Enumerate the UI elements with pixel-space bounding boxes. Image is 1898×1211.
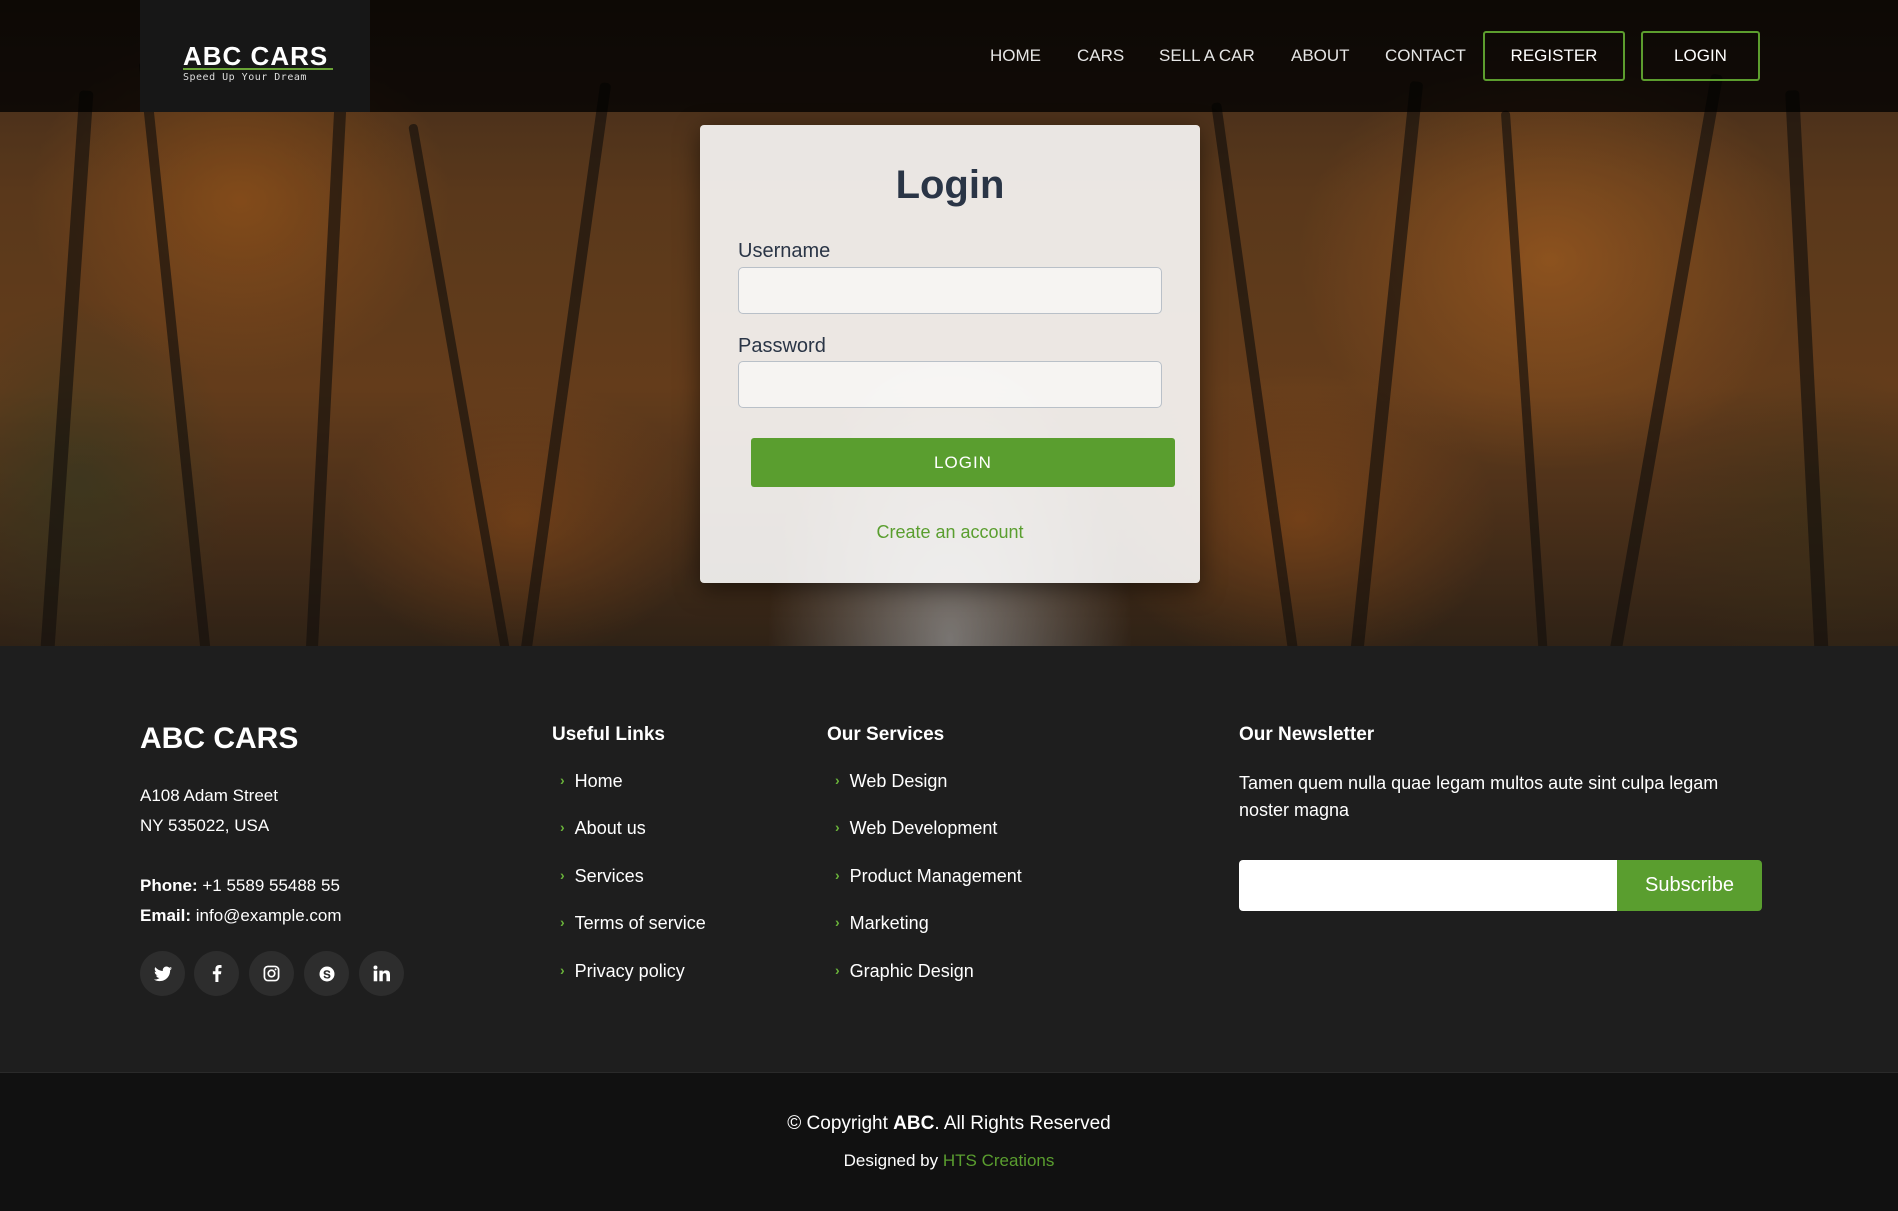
email-value: info@example.com	[195, 906, 342, 925]
nav-cars[interactable]: CARS	[1077, 46, 1124, 66]
useful-link-privacy[interactable]: › Privacy policy	[560, 961, 685, 982]
useful-link-terms[interactable]: › Terms of service	[560, 913, 706, 934]
header-login-button[interactable]: LOGIN	[1641, 31, 1760, 81]
nav-sell-a-car[interactable]: SELL A CAR	[1159, 46, 1255, 66]
designed-by: Designed by HTS Creations	[0, 1151, 1898, 1171]
login-submit-button[interactable]: LOGIN	[751, 438, 1175, 487]
designer-link[interactable]: HTS Creations	[943, 1151, 1054, 1170]
username-label: Username	[738, 240, 831, 262]
twitter-icon[interactable]	[140, 951, 185, 996]
chevron-right-icon: ›	[835, 819, 840, 835]
site-header: ABC CARS Speed Up Your Dream HOME CARS S…	[0, 0, 1898, 112]
chevron-right-icon: ›	[560, 914, 565, 930]
chevron-right-icon: ›	[835, 914, 840, 930]
username-input[interactable]	[738, 267, 1162, 314]
subscribe-button[interactable]: Subscribe	[1617, 860, 1762, 911]
useful-link-about[interactable]: › About us	[560, 818, 646, 839]
nav-home[interactable]: HOME	[990, 46, 1041, 66]
logo-tagline: Speed Up Your Dream	[183, 72, 307, 83]
phone-value: +1 5589 55488 55	[202, 876, 340, 895]
nav-contact[interactable]: CONTACT	[1385, 46, 1466, 66]
designed-prefix: Designed by	[843, 1151, 939, 1170]
footer-brand: ABC CARS	[140, 722, 299, 755]
chevron-right-icon: ›	[835, 962, 840, 978]
chevron-right-icon: ›	[560, 772, 565, 788]
service-web-development[interactable]: › Web Development	[835, 818, 997, 839]
chevron-right-icon: ›	[560, 867, 565, 883]
useful-links-title: Useful Links	[552, 724, 665, 745]
copyright-prefix: © Copyright	[787, 1113, 888, 1134]
password-input[interactable]	[738, 361, 1162, 408]
chevron-right-icon: ›	[560, 819, 565, 835]
service-graphic-design[interactable]: › Graphic Design	[835, 961, 974, 982]
password-label: Password	[738, 335, 826, 357]
service-marketing[interactable]: › Marketing	[835, 913, 929, 934]
site-footer: ABC CARS A108 Adam Street NY 535022, USA…	[0, 646, 1898, 1072]
newsletter-text: Tamen quem nulla quae legam multos aute …	[1239, 773, 1719, 820]
service-web-design[interactable]: › Web Design	[835, 771, 947, 792]
register-button[interactable]: REGISTER	[1483, 31, 1625, 81]
chevron-right-icon: ›	[835, 867, 840, 883]
linkedin-icon[interactable]	[359, 951, 404, 996]
newsletter-email-input[interactable]	[1239, 860, 1619, 911]
useful-link-home[interactable]: › Home	[560, 771, 623, 792]
chevron-right-icon: ›	[835, 772, 840, 788]
login-title: Login	[895, 163, 1005, 207]
logo-underline	[183, 68, 333, 70]
instagram-icon[interactable]	[249, 951, 294, 996]
email-label: Email:	[140, 906, 192, 925]
services-title: Our Services	[827, 724, 945, 745]
phone-label: Phone:	[140, 876, 198, 895]
useful-link-services[interactable]: › Services	[560, 866, 644, 887]
copyright-bar: © Copyright ABC. All Rights Reserved Des…	[0, 1072, 1898, 1211]
login-card: Login Username Password LOGIN Create an …	[700, 125, 1200, 583]
email-line: Email: info@example.com	[140, 906, 342, 926]
phone-line: Phone: +1 5589 55488 55	[140, 876, 340, 896]
nav-about[interactable]: ABOUT	[1291, 46, 1350, 66]
address-line-2: NY 535022, USA	[140, 816, 270, 835]
address-line-1: A108 Adam Street	[140, 786, 278, 805]
copyright-text: © Copyright ABC. All Rights Reserved	[0, 1113, 1898, 1135]
skype-icon[interactable]	[304, 951, 349, 996]
copyright-suffix: . All Rights Reserved	[934, 1113, 1111, 1134]
logo[interactable]: ABC CARS Speed Up Your Dream	[140, 0, 370, 112]
chevron-right-icon: ›	[560, 962, 565, 978]
newsletter-title: Our Newsletter	[1239, 724, 1375, 745]
copyright-brand: ABC	[893, 1113, 935, 1134]
service-product-management[interactable]: › Product Management	[835, 866, 1022, 887]
facebook-icon[interactable]	[194, 951, 239, 996]
create-account-link[interactable]: Create an account	[700, 522, 1200, 543]
